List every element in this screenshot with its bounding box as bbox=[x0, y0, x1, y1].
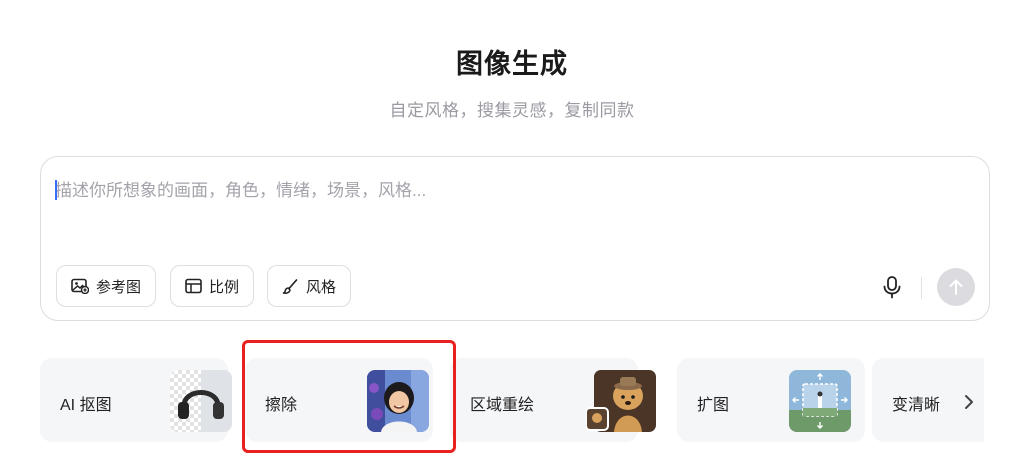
card-thumbnail bbox=[170, 370, 232, 432]
card-ai-cutout[interactable]: AI 抠图 bbox=[40, 358, 232, 442]
brush-icon bbox=[282, 278, 298, 294]
aspect-ratio-button[interactable]: 比例 bbox=[170, 265, 255, 307]
reference-image-button[interactable]: 参考图 bbox=[56, 265, 157, 307]
card-label: 擦除 bbox=[265, 397, 298, 414]
style-label: 风格 bbox=[306, 278, 337, 296]
send-button[interactable] bbox=[937, 268, 975, 306]
card-label: AI 抠图 bbox=[60, 397, 112, 414]
card-region-repaint[interactable]: 区域重绘 bbox=[450, 358, 656, 442]
card-label: 区域重绘 bbox=[470, 397, 535, 414]
style-button[interactable]: 风格 bbox=[267, 265, 352, 307]
aspect-ratio-icon bbox=[185, 278, 202, 294]
microphone-icon[interactable] bbox=[881, 275, 903, 299]
page-subtitle: 自定风格，搜集灵感，复制同款 bbox=[389, 101, 635, 120]
text-caret bbox=[55, 180, 57, 200]
feature-cards: AI 抠图 擦除 区域重绘 扩图 变清晰 bbox=[40, 358, 984, 442]
scroll-right-button[interactable] bbox=[955, 388, 983, 416]
card-thumbnail bbox=[789, 370, 851, 432]
card-thumbnail bbox=[367, 370, 429, 432]
aspect-ratio-label: 比例 bbox=[209, 278, 240, 296]
reference-image-label: 参考图 bbox=[96, 278, 142, 296]
divider bbox=[921, 277, 922, 299]
arrow-up-icon bbox=[949, 279, 963, 295]
chevron-right-icon bbox=[965, 395, 973, 409]
card-label: 扩图 bbox=[697, 397, 730, 414]
card-label: 变清晰 bbox=[892, 397, 941, 414]
page-title: 图像生成 bbox=[456, 49, 568, 79]
card-thumbnail bbox=[586, 370, 658, 432]
card-erase[interactable]: 擦除 bbox=[245, 358, 433, 442]
card-expand-image[interactable]: 扩图 bbox=[677, 358, 865, 442]
prompt-input[interactable] bbox=[55, 175, 955, 207]
prompt-box: 参考图 比例 风格 bbox=[40, 156, 990, 321]
image-plus-icon bbox=[71, 278, 89, 294]
